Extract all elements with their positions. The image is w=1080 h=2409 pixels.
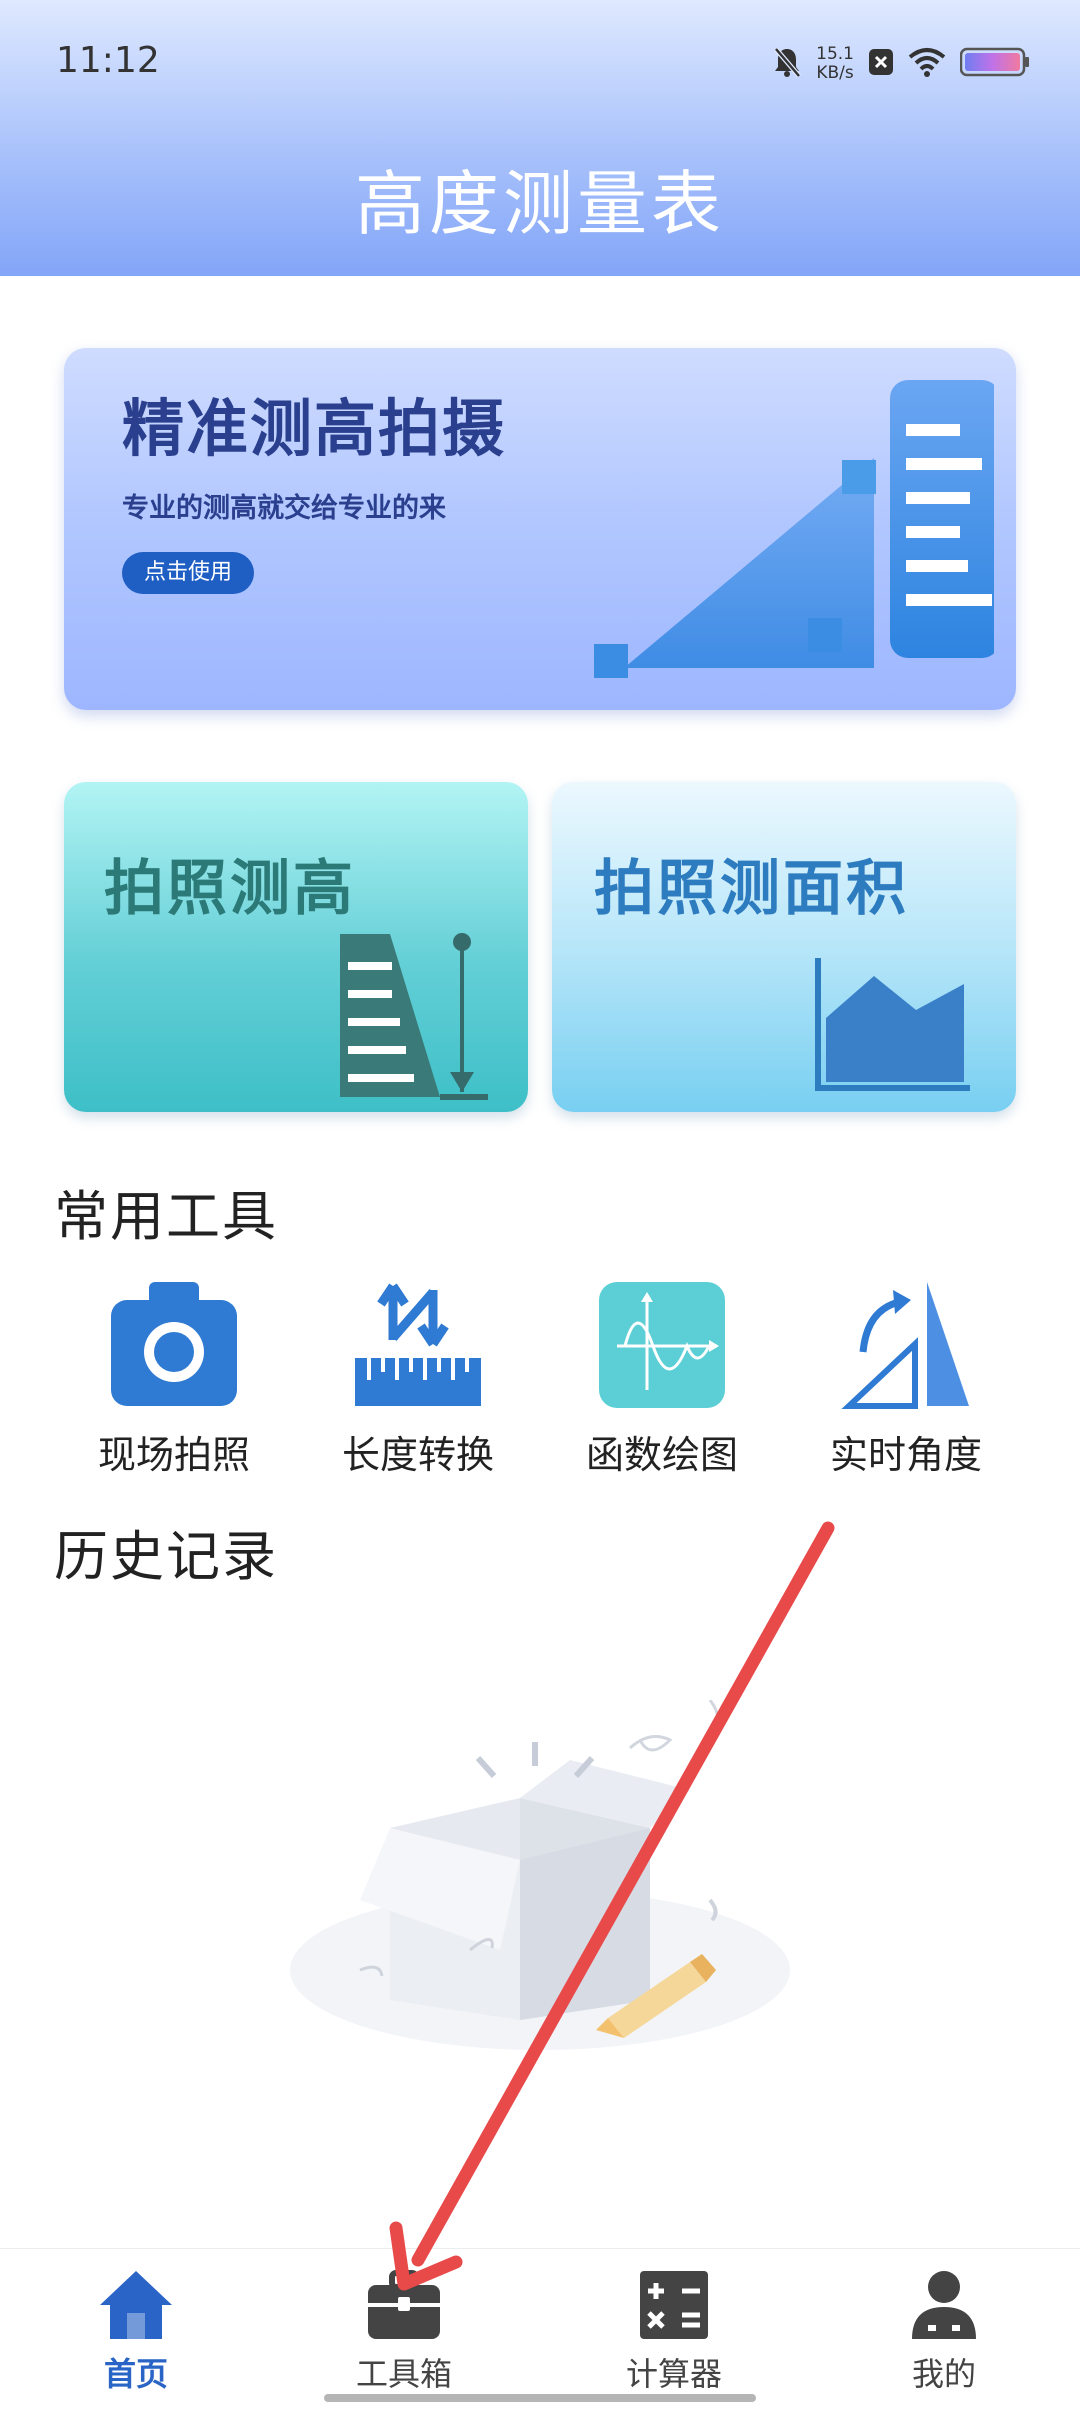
toolbox-icon <box>368 2270 440 2339</box>
status-time: 11:12 <box>56 40 160 81</box>
close-badge-icon <box>868 48 894 80</box>
banner-subtitle: 专业的测高就交给专业的来 <box>122 493 446 524</box>
photo-area-card[interactable]: 拍照测面积 <box>552 782 1016 1112</box>
app-header: 11:12 15.1 KB/s 高度测量表 <box>0 0 1080 276</box>
photo-height-card[interactable]: 拍照测高 <box>64 782 528 1112</box>
calculator-icon <box>640 2271 708 2339</box>
empty-box-icon <box>270 1699 810 2064</box>
battery-icon <box>959 47 1030 81</box>
height-ruler-icon <box>340 933 488 1100</box>
photo-area-title: 拍照测面积 <box>594 854 909 924</box>
tool-length-convert[interactable]: 长度转换 <box>308 1280 528 1479</box>
bottom-tab-bar: 首页 工具箱 计算器 我的 <box>0 2248 1080 2409</box>
tool-scene-photo[interactable]: 现场拍照 <box>64 1280 284 1479</box>
tool-function-graph[interactable]: 函数绘图 <box>552 1280 772 1479</box>
tab-toolbox[interactable]: 工具箱 <box>324 2269 484 2395</box>
angle-icon <box>841 1280 971 1410</box>
tool-realtime-angle[interactable]: 实时角度 <box>796 1280 1016 1479</box>
camera-icon <box>109 1280 239 1410</box>
photo-height-title: 拍照测高 <box>104 854 356 924</box>
app-title: 高度测量表 <box>355 163 725 245</box>
history-section-title: 历史记录 <box>54 1525 278 1588</box>
banner-title: 精准测高拍摄 <box>122 392 507 465</box>
home-indicator <box>324 2394 756 2402</box>
use-now-button[interactable]: 点击使用 <box>122 552 255 594</box>
function-graph-icon <box>597 1280 727 1410</box>
tab-mine[interactable]: 我的 <box>864 2269 1024 2395</box>
wifi-icon <box>908 47 946 81</box>
height-measure-illustration-icon <box>594 380 994 678</box>
precision-measure-banner[interactable]: 精准测高拍摄 专业的测高就交给专业的来 点击使用 <box>64 348 1016 710</box>
ruler-convert-icon <box>353 1280 483 1410</box>
area-chart-icon <box>815 958 970 1091</box>
net-speed: 15.1 KB/s <box>816 44 854 83</box>
user-icon <box>912 2271 976 2339</box>
tools-section-title: 常用工具 <box>54 1185 278 1248</box>
tab-home[interactable]: 首页 <box>56 2269 216 2395</box>
bell-muted-icon <box>772 46 802 82</box>
home-icon <box>100 2271 172 2339</box>
status-icons: 15.1 KB/s <box>772 44 1030 84</box>
tab-calculator[interactable]: 计算器 <box>594 2269 754 2395</box>
